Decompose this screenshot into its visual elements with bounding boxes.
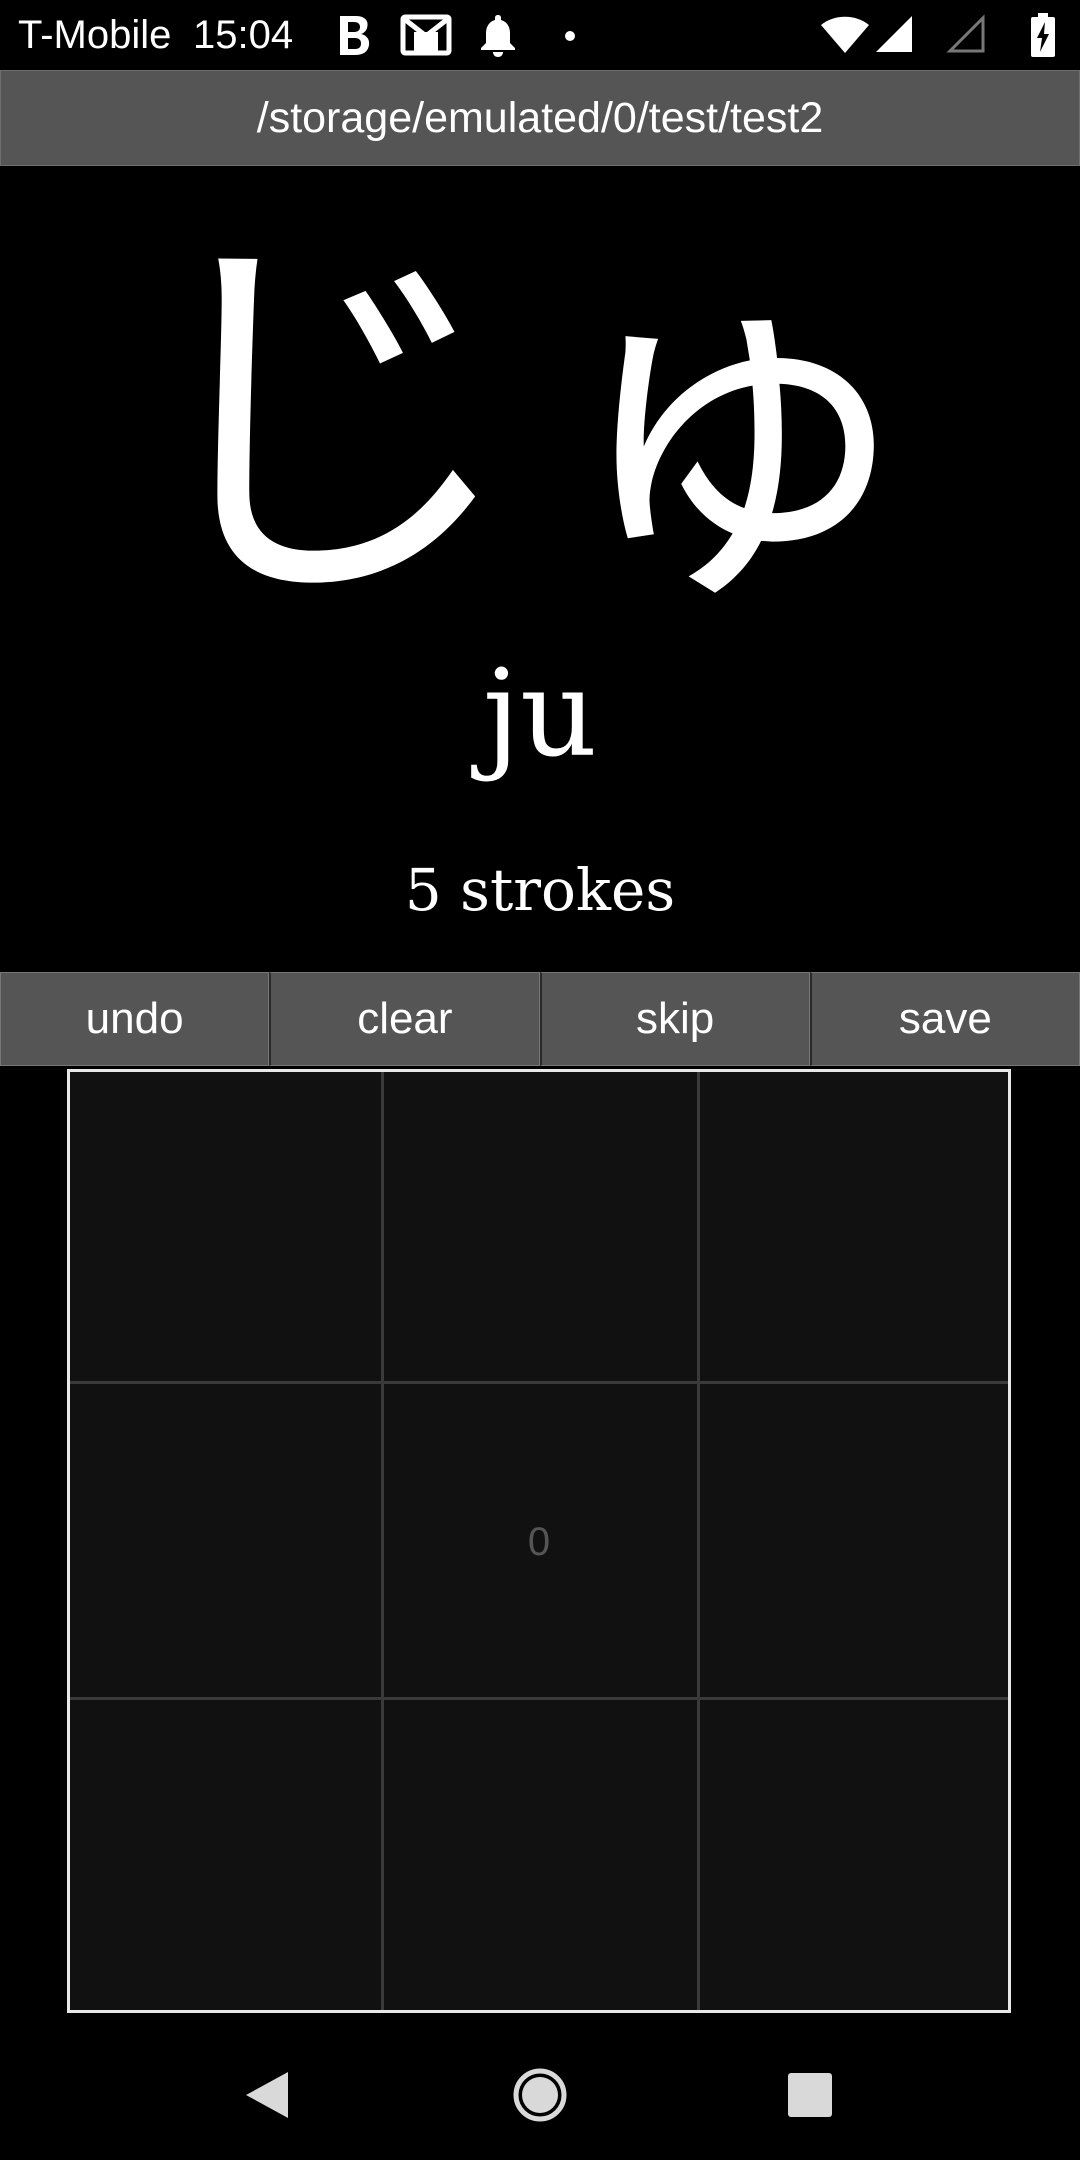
save-button[interactable]: save <box>809 972 1080 1066</box>
clear-button[interactable]: clear <box>269 972 540 1066</box>
home-icon[interactable] <box>505 2060 575 2130</box>
battery-charging-icon <box>1030 12 1056 58</box>
path-bar: /storage/emulated/0/test/test2 <box>0 70 1080 166</box>
stroke-count-label: 5 strokes <box>404 856 676 924</box>
bold-b-icon <box>336 12 372 58</box>
gmail-icon <box>400 14 452 60</box>
drawing-pad[interactable]: 0 <box>67 1069 1011 2013</box>
drawn-stroke-count: 0 <box>527 1520 551 1564</box>
grid-line <box>70 1381 1008 1384</box>
wifi-icon <box>820 16 870 62</box>
signal-empty-icon <box>946 14 986 60</box>
notification-bell-icon <box>478 12 518 58</box>
undo-button[interactable]: undo <box>0 972 270 1066</box>
navigation-bar <box>0 2030 1080 2160</box>
recents-icon[interactable] <box>775 2060 845 2130</box>
path-text: /storage/emulated/0/test/test2 <box>256 93 824 142</box>
skip-button[interactable]: skip <box>539 972 810 1066</box>
toolbar: undo clear skip save <box>0 972 1080 1066</box>
clock: 15:04 <box>193 13 294 57</box>
romaji-label: ju <box>482 645 598 784</box>
status-bar: T-Mobile 15:04 <box>0 0 1080 70</box>
kana-character: じゅ <box>130 198 950 652</box>
grid-line <box>70 1697 1008 1700</box>
back-icon[interactable] <box>232 2060 302 2130</box>
signal-icon <box>874 14 914 60</box>
carrier-label: T-Mobile <box>18 13 172 57</box>
